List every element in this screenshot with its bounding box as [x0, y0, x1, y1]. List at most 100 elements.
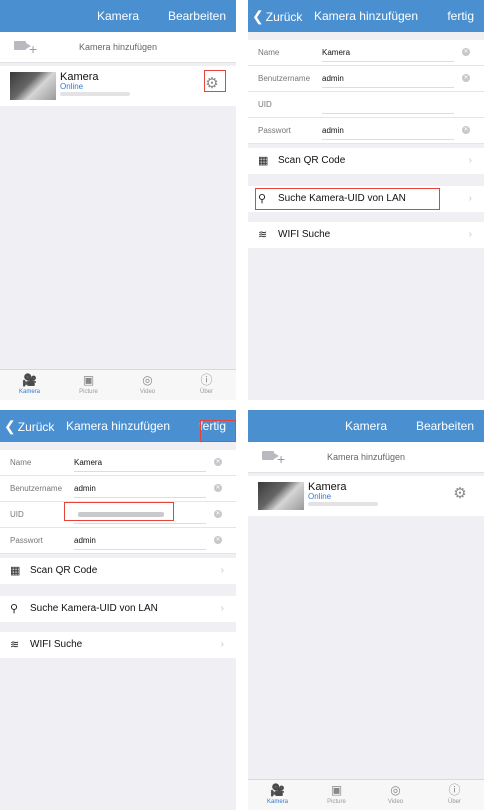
add-camera-label: Kamera hinzufügen: [326, 452, 406, 462]
add-camera-label: Kamera hinzufügen: [78, 42, 158, 52]
tab-ueber[interactable]: ⓘ Über: [425, 782, 484, 805]
video-tab-icon: ◎: [142, 373, 153, 387]
qr-code-icon: ▦: [10, 565, 21, 577]
edit-button[interactable]: Bearbeiten: [168, 0, 226, 32]
gear-icon[interactable]: ⚙: [452, 486, 468, 502]
wifi-search-button[interactable]: ≋ WIFI Suche ›: [0, 632, 236, 658]
edit-button[interactable]: Bearbeiten: [416, 410, 474, 442]
tab-bar: 🎥 Kamera ▣ Picture ◎ Video ⓘ Über: [0, 369, 236, 400]
name-field[interactable]: Name Kamera ✕: [248, 40, 484, 66]
tab-kamera[interactable]: 🎥 Kamera: [0, 372, 59, 395]
tab-picture[interactable]: ▣ Picture: [307, 782, 366, 805]
field-label: Passwort: [10, 536, 43, 545]
tab-bar: 🎥 Kamera ▣ Picture ◎ Video ⓘ Über: [248, 779, 484, 810]
camera-list-item[interactable]: Kamera Online ⚙: [0, 66, 236, 106]
add-camera-row[interactable]: + Kamera hinzufügen: [0, 32, 236, 63]
tab-label: Picture: [79, 389, 98, 395]
highlight-box: [200, 420, 236, 442]
field-label: Passwort: [258, 126, 291, 135]
camera-thumbnail: [258, 482, 304, 510]
camera-status: Online: [60, 82, 84, 91]
chevron-right-icon: ›: [468, 193, 472, 204]
info-tab-icon: ⓘ: [200, 373, 213, 387]
tab-label: Video: [139, 389, 156, 395]
camera-uid-blurred: [60, 92, 130, 96]
camera-form: Name Kamera ✕ Benutzername admin ✕ UID P…: [248, 40, 484, 144]
wifi-icon: ≋: [10, 639, 20, 651]
tab-ueber[interactable]: ⓘ Über: [177, 372, 236, 395]
tab-label: Video: [387, 799, 404, 805]
done-button[interactable]: fertig: [447, 0, 474, 32]
scan-qr-button[interactable]: ▦ Scan QR Code ›: [0, 558, 236, 584]
camera-uid-blurred: [308, 502, 378, 506]
highlight-box: [64, 502, 174, 521]
field-label: Benutzername: [10, 484, 63, 493]
uid-field[interactable]: UID: [248, 92, 484, 118]
add-camera-screen: ❮ Zurück Kamera hinzufügen fertig Name Ka…: [248, 0, 484, 400]
password-field[interactable]: Passwort admin ✕: [0, 528, 236, 554]
tab-kamera[interactable]: 🎥 Kamera: [248, 782, 307, 805]
camera-status: Online: [308, 492, 332, 501]
navbar: Kamera Bearbeiten: [248, 410, 484, 442]
tab-video[interactable]: ◎ Video: [118, 372, 177, 395]
field-label: Benutzername: [258, 74, 311, 83]
tab-video[interactable]: ◎ Video: [366, 782, 425, 805]
picture-tab-icon: ▣: [82, 373, 95, 387]
clear-icon[interactable]: ✕: [214, 458, 222, 466]
field-label: Name: [10, 458, 32, 467]
field-label: UID: [258, 100, 272, 109]
tab-picture[interactable]: ▣ Picture: [59, 372, 118, 395]
navbar: ❮ Zurück Kamera hinzufügen fertig: [248, 0, 484, 32]
field-underline: [74, 497, 206, 498]
home-screen: Kamera Bearbeiten + Kamera hinzufügen Ka…: [0, 0, 236, 400]
chevron-right-icon: ›: [220, 565, 224, 576]
camera-list-item[interactable]: Kamera Online ⚙: [248, 476, 484, 516]
field-underline: [322, 113, 454, 114]
clear-icon[interactable]: ✕: [462, 48, 470, 56]
password-field[interactable]: Passwort admin ✕: [248, 118, 484, 144]
clear-icon[interactable]: ✕: [462, 74, 470, 82]
clear-icon[interactable]: ✕: [214, 510, 222, 518]
video-tab-icon: ◎: [390, 783, 401, 797]
navbar: Kamera Bearbeiten: [0, 0, 236, 32]
field-underline: [322, 61, 454, 62]
highlight-box: [204, 70, 226, 92]
chevron-right-icon: ›: [220, 639, 224, 650]
field-underline: [322, 87, 454, 88]
action-label: Scan QR Code: [278, 155, 346, 166]
search-lan-button[interactable]: ⚲ Suche Kamera-UID von LAN ›: [0, 596, 236, 622]
tab-label: Über: [447, 799, 461, 805]
tab-label: Kamera: [266, 799, 288, 805]
username-field[interactable]: Benutzername admin ✕: [0, 476, 236, 502]
clear-icon[interactable]: ✕: [214, 536, 222, 544]
tab-label: Über: [199, 389, 213, 395]
search-icon: ⚲: [10, 603, 19, 615]
camera-tab-icon: 🎥: [22, 373, 37, 387]
home-screen-result: Kamera Bearbeiten + Kamera hinzufügen Ka…: [248, 410, 484, 810]
field-underline: [74, 549, 206, 550]
action-label: Suche Kamera-UID von LAN: [30, 603, 158, 614]
highlight-box: [255, 188, 440, 210]
username-field[interactable]: Benutzername admin ✕: [248, 66, 484, 92]
wifi-icon: ≋: [258, 229, 268, 241]
camera-tab-icon: 🎥: [270, 783, 285, 797]
scan-qr-button[interactable]: ▦ Scan QR Code ›: [248, 148, 484, 174]
tab-label: Picture: [327, 799, 346, 805]
name-field[interactable]: Name Kamera ✕: [0, 450, 236, 476]
qr-code-icon: ▦: [258, 155, 269, 167]
field-underline: [74, 471, 206, 472]
field-underline: [74, 523, 206, 524]
field-label: UID: [10, 510, 24, 519]
info-tab-icon: ⓘ: [448, 783, 461, 797]
clear-icon[interactable]: ✕: [462, 126, 470, 134]
add-camera-row[interactable]: + Kamera hinzufügen: [248, 442, 484, 473]
camera-thumbnail: [10, 72, 56, 100]
add-camera-filled-screen: ❮ Zurück Kamera hinzufügen fertig Name Ka…: [0, 410, 236, 810]
picture-tab-icon: ▣: [330, 783, 343, 797]
chevron-right-icon: ›: [468, 229, 472, 240]
action-label: WIFI Suche: [30, 639, 83, 650]
wifi-search-button[interactable]: ≋ WIFI Suche ›: [248, 222, 484, 248]
clear-icon[interactable]: ✕: [214, 484, 222, 492]
chevron-right-icon: ›: [468, 155, 472, 166]
field-label: Name: [258, 48, 280, 57]
